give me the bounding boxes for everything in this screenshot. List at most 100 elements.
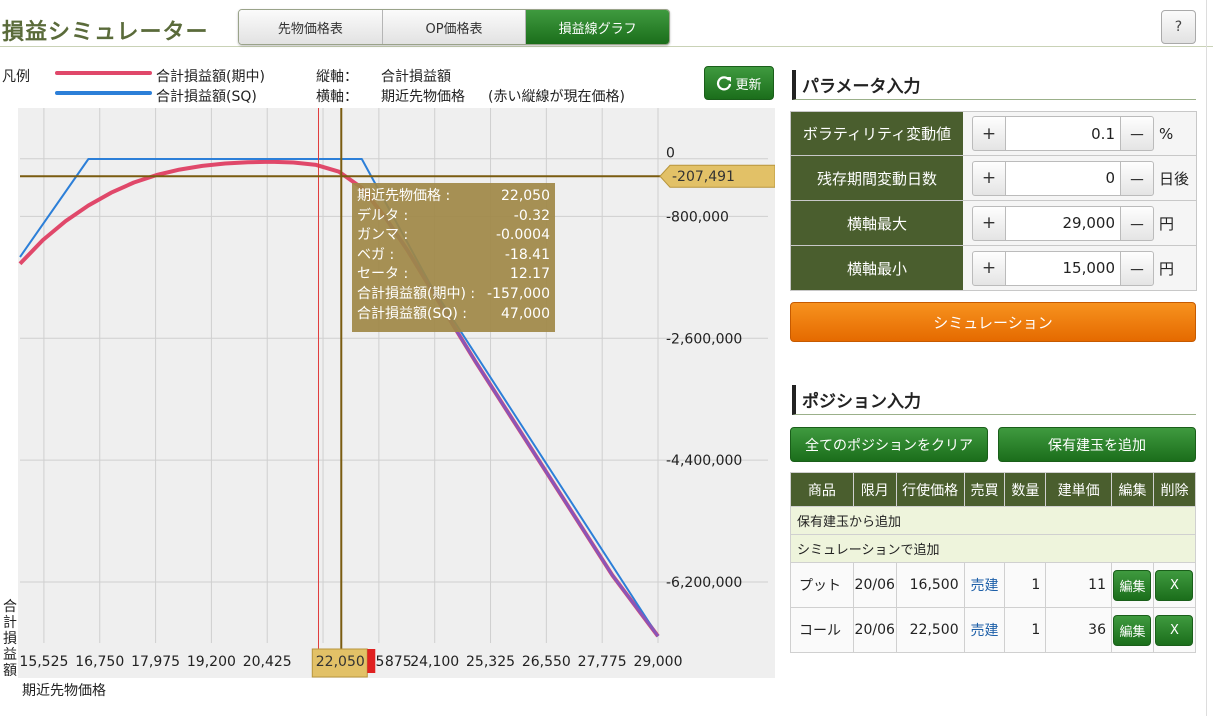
cursor-x-label: 22,050 bbox=[316, 654, 365, 670]
remaining-days-input[interactable]: 0 bbox=[1006, 160, 1120, 196]
edit-button[interactable]: 編集 bbox=[1113, 569, 1152, 601]
param-label: 横軸最大 bbox=[791, 201, 963, 245]
title-divider bbox=[0, 46, 1213, 47]
tooltip-row: デルタ : -0.32 bbox=[357, 207, 550, 224]
cell-product: プット bbox=[790, 562, 854, 608]
simulate-button[interactable]: シミュレーション bbox=[790, 302, 1196, 342]
col-delete: 削除 bbox=[1152, 472, 1197, 507]
param-unit: 日後 bbox=[1159, 169, 1190, 188]
delete-button[interactable]: X bbox=[1155, 569, 1194, 601]
legend-title: 凡例 bbox=[2, 69, 30, 85]
decrement-button[interactable]: － bbox=[1120, 205, 1154, 241]
param-unit: 円 bbox=[1159, 214, 1175, 233]
tooltip-row: 合計損益額(期中) : -157,000 bbox=[357, 285, 550, 302]
edit-button[interactable]: 編集 bbox=[1113, 614, 1152, 646]
param-label: 横軸最小 bbox=[791, 246, 963, 290]
tab-futures-price[interactable]: 先物価格表 bbox=[239, 10, 383, 44]
cell-month: 20/06 bbox=[852, 562, 897, 608]
current-price-note: (赤い縦線が現在価格) bbox=[488, 89, 625, 105]
page-scrollbar[interactable] bbox=[1206, 0, 1207, 716]
cell-strike: 16,500 bbox=[895, 562, 965, 608]
legend-label-sq: 合計損益額(SQ) bbox=[156, 89, 257, 105]
col-side: 売買 bbox=[963, 472, 1006, 507]
y-tick-label: 0 bbox=[666, 146, 675, 162]
col-qty: 数量 bbox=[1004, 472, 1047, 507]
param-label: ボラティリティ変動値 bbox=[791, 112, 963, 155]
current-price-x-marker bbox=[367, 649, 376, 673]
col-price: 建単価 bbox=[1045, 472, 1112, 507]
chart-tooltip: 期近先物価格 :22,050 デルタ : -0.32 ガンマ : -0.0004 ベ… bbox=[352, 183, 555, 332]
col-strike: 行使価格 bbox=[895, 472, 965, 507]
increment-button[interactable]: + bbox=[972, 160, 1006, 196]
axis-min-input[interactable]: 15,000 bbox=[1006, 250, 1120, 286]
decrement-button[interactable]: － bbox=[1120, 116, 1154, 151]
x-tick-label: 15,525 bbox=[19, 654, 68, 670]
series-line-sq bbox=[19, 158, 659, 637]
param-unit: % bbox=[1159, 124, 1174, 143]
tab-pl-graph[interactable]: 損益線グラフ bbox=[526, 10, 669, 44]
param-row-remaining-days: 残存期間変動日数 + 0 － 日後 bbox=[790, 156, 1197, 201]
y-tick-label: -6,200,000 bbox=[666, 575, 742, 591]
cell-qty: 1 bbox=[1004, 607, 1047, 653]
clear-positions-button[interactable]: 全てのポジションをクリア bbox=[790, 427, 988, 462]
tooltip-row: 合計損益額(SQ) :47,000 bbox=[357, 305, 550, 322]
axis-max-input[interactable]: 29,000 bbox=[1006, 205, 1120, 241]
cell-price: 36 bbox=[1045, 607, 1112, 653]
series-line-midterm bbox=[18, 159, 660, 638]
y-axis-title: 合計損益額 bbox=[3, 599, 17, 679]
decrement-button[interactable]: － bbox=[1120, 160, 1154, 196]
volatility-input[interactable]: 0.1 bbox=[1006, 116, 1120, 151]
col-edit: 編集 bbox=[1111, 472, 1154, 507]
cell-side-link[interactable]: 売建 bbox=[963, 562, 1006, 608]
param-unit: 円 bbox=[1159, 259, 1175, 278]
horizontal-axis-value: 期近先物価格 bbox=[381, 89, 465, 105]
vertical-axis-key: 縦軸： bbox=[316, 69, 358, 85]
delete-button[interactable]: X bbox=[1155, 614, 1194, 646]
tab-option-price[interactable]: OP価格表 bbox=[382, 10, 527, 44]
param-row-volatility: ボラティリティ変動値 + 0.1 － % bbox=[790, 111, 1197, 156]
x-tick-label: 27,775 bbox=[578, 654, 627, 670]
tab-bar: 先物価格表 OP価格表 損益線グラフ bbox=[238, 9, 670, 45]
col-product: 商品 bbox=[790, 472, 854, 507]
x-tick-label: 29,000 bbox=[634, 654, 683, 670]
col-month: 限月 bbox=[852, 472, 897, 507]
position-section-title: ポジション入力 bbox=[792, 385, 1196, 415]
param-section-title: パラメータ入力 bbox=[792, 70, 1196, 100]
position-table: 商品 限月 行使価格 売買 数量 建単価 編集 削除 保有建玉から追加 シミュレ… bbox=[790, 472, 1197, 653]
y-tick-label: -800,000 bbox=[666, 209, 729, 225]
cell-strike: 22,500 bbox=[895, 607, 965, 653]
x-axis-title: 期近先物価格 bbox=[22, 683, 106, 699]
param-table: ボラティリティ変動値 + 0.1 － % 残存期間変動日数 + 0 － 日後 横… bbox=[790, 111, 1197, 291]
x-tick-label: 17,975 bbox=[131, 654, 180, 670]
table-header-row: 商品 限月 行使価格 売買 数量 建単価 編集 削除 bbox=[790, 472, 1197, 507]
cell-qty: 1 bbox=[1004, 562, 1047, 608]
cursor-y-label: -207,491 bbox=[672, 169, 735, 185]
tooltip-row: セータ :12.17 bbox=[357, 266, 550, 283]
y-tick-label: -4,400,000 bbox=[666, 453, 742, 469]
x-tick-label: 25,325 bbox=[466, 654, 515, 670]
x-tick-label: 24,100 bbox=[410, 654, 459, 670]
refresh-icon bbox=[717, 76, 732, 91]
table-note-row: シミュレーションで追加 bbox=[790, 534, 1196, 563]
x-tick-label: 26,550 bbox=[522, 654, 571, 670]
cell-side-link[interactable]: 売建 bbox=[963, 607, 1006, 653]
x-tick-label: 875 bbox=[385, 654, 412, 670]
increment-button[interactable]: + bbox=[972, 250, 1006, 286]
table-row: プット 20/06 16,500 売建 1 11 編集 X bbox=[790, 562, 1197, 608]
legend-swatch-sq bbox=[55, 91, 152, 95]
app-title: 損益シミュレーター bbox=[2, 20, 209, 45]
add-holding-button[interactable]: 保有建玉を追加 bbox=[998, 427, 1196, 462]
increment-button[interactable]: + bbox=[972, 116, 1006, 151]
refresh-button[interactable]: 更新 bbox=[704, 66, 774, 100]
legend-label-midterm: 合計損益額(期中) bbox=[156, 69, 265, 85]
tooltip-row: ガンマ : -0.0004 bbox=[357, 227, 550, 244]
cell-month: 20/06 bbox=[852, 607, 897, 653]
table-row: コール 20/06 22,500 売建 1 36 編集 X bbox=[790, 607, 1197, 653]
help-button[interactable]: ? bbox=[1161, 10, 1196, 44]
decrement-button[interactable]: － bbox=[1120, 250, 1154, 286]
param-label: 残存期間変動日数 bbox=[791, 156, 963, 200]
increment-button[interactable]: + bbox=[972, 205, 1006, 241]
x-tick-label: 19,200 bbox=[187, 654, 236, 670]
x-tick-label: 20,425 bbox=[243, 654, 292, 670]
y-tick-label: -2,600,000 bbox=[666, 331, 742, 347]
